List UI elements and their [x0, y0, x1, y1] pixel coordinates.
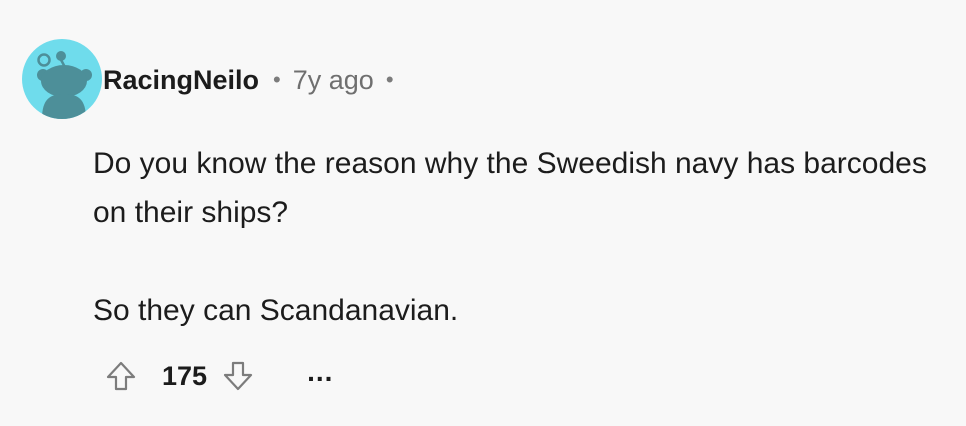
comment-paragraph: Do you know the reason why the Sweedish …: [93, 147, 927, 229]
snoo-icon: [22, 39, 102, 119]
more-options-button[interactable]: ...: [307, 358, 333, 394]
comment-meta: RacingNeilo • 7y ago •: [103, 62, 394, 98]
comment: RacingNeilo • 7y ago • Do you know the r…: [0, 0, 966, 426]
upvote-button[interactable]: [100, 355, 142, 397]
arrow-down-icon: [223, 361, 253, 391]
comment-timestamp: 7y ago: [292, 64, 374, 95]
user-avatar[interactable]: [22, 39, 102, 119]
arrow-up-icon: [106, 361, 136, 391]
downvote-button[interactable]: [217, 355, 259, 397]
meta-separator-trailing: •: [385, 67, 394, 92]
meta-separator: •: [273, 67, 281, 92]
comment-body: Do you know the reason why the Sweedish …: [93, 139, 953, 335]
author-username[interactable]: RacingNeilo: [103, 65, 259, 96]
comment-actions: 175 ...: [100, 354, 333, 398]
comment-paragraph: So they can Scandanavian.: [93, 294, 459, 327]
vote-score: 175: [162, 360, 208, 391]
